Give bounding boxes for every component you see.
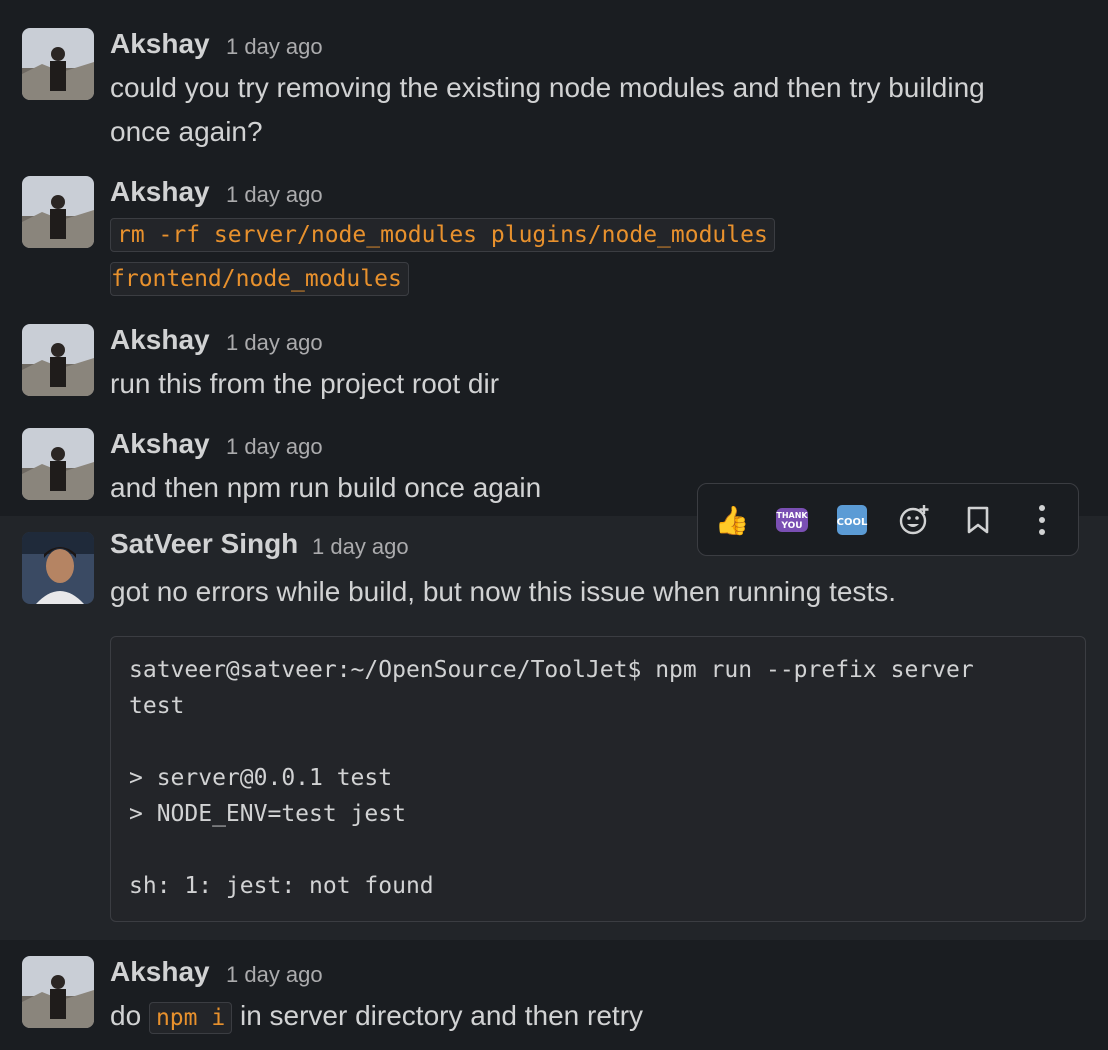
more-actions-button[interactable] [1020, 498, 1064, 542]
author-name[interactable]: Akshay [110, 428, 210, 460]
message-text: run this from the project root dir [110, 368, 500, 399]
timestamp[interactable]: 1 day ago [226, 182, 323, 208]
avatar[interactable] [22, 956, 94, 1028]
code-line: sh: 1: jest: not found [129, 873, 434, 899]
inline-code: rm -rf server/node_modules plugins/node_… [110, 218, 775, 252]
inline-code: npm i [148, 1002, 233, 1034]
bookmark-icon [967, 506, 989, 534]
avatar[interactable] [22, 28, 94, 100]
avatar[interactable] [22, 532, 94, 604]
author-name[interactable]: Akshay [110, 324, 210, 356]
more-vertical-icon [1039, 505, 1045, 535]
thumbs-up-reaction-button[interactable]: 👍 [710, 498, 754, 542]
timestamp[interactable]: 1 day ago [226, 330, 323, 356]
add-reaction-button[interactable] [892, 498, 936, 542]
code-line: > server@0.0.1 test [129, 765, 393, 791]
message-text: and then npm run build once again [110, 472, 542, 503]
avatar[interactable] [22, 428, 94, 500]
message-text: once again? [110, 116, 263, 147]
timestamp[interactable]: 1 day ago [226, 434, 323, 460]
avatar[interactable] [22, 176, 94, 248]
author-name[interactable]: SatVeer Singh [110, 528, 298, 560]
cool-reaction-button[interactable]: COOL [830, 498, 874, 542]
author-name[interactable]: Akshay [110, 176, 210, 208]
cool-icon: COOL [837, 505, 868, 535]
message: Akshay 1 day ago rm -rf server/node_modu… [0, 168, 1108, 308]
message-text: could you try removing the existing node… [110, 72, 985, 103]
thank-you-reaction-button[interactable]: THANK YOU [770, 498, 814, 542]
message: Akshay 1 day ago could you try removing … [0, 20, 1108, 160]
code-line: satveer@satveer:~/OpenSource/ToolJet$ np… [129, 657, 974, 683]
code-line: > NODE_ENV=test jest [129, 801, 406, 827]
thumbs-up-icon: 👍 [714, 504, 750, 536]
svg-text:THANK: THANK [776, 511, 808, 520]
svg-text:YOU: YOU [780, 521, 802, 531]
message: Akshay 1 day ago do npm i in server dire… [0, 944, 1108, 1050]
author-name[interactable]: Akshay [110, 28, 210, 60]
message-text-post: in server directory and then retry [232, 1000, 644, 1031]
message-text: do npm i in server directory and then re… [110, 994, 643, 1040]
message-actions-toolbar: 👍 THANK YOU COOL [697, 483, 1079, 556]
timestamp[interactable]: 1 day ago [226, 34, 323, 60]
thank-you-icon: THANKYOU [776, 508, 808, 532]
avatar[interactable] [22, 324, 94, 396]
message: Akshay 1 day ago run this from the proje… [0, 316, 1108, 416]
inline-code: frontend/node_modules [110, 262, 409, 296]
message-text: got no errors while build, but now this … [110, 576, 896, 607]
author-name[interactable]: Akshay [110, 956, 210, 988]
add-reaction-icon [899, 505, 929, 535]
timestamp[interactable]: 1 day ago [226, 962, 323, 988]
timestamp[interactable]: 1 day ago [312, 534, 409, 560]
code-line: test [129, 693, 185, 719]
bookmark-button[interactable] [956, 498, 1000, 542]
code-block: satveer@satveer:~/OpenSource/ToolJet$ np… [110, 636, 1086, 922]
svg-text:COOL: COOL [837, 517, 868, 528]
message-text-pre: do [110, 1000, 149, 1031]
